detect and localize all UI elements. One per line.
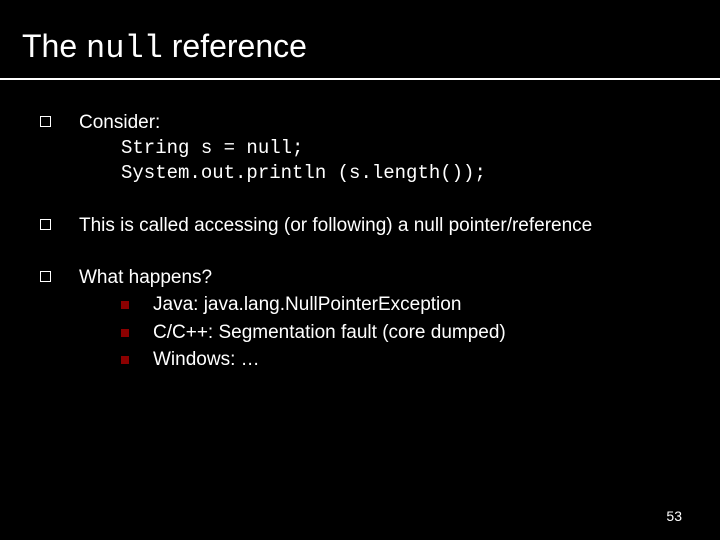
item-body: What happens? Java: java.lang.NullPointe… (79, 265, 506, 374)
title-suffix: reference (163, 28, 307, 64)
item-body: This is called accessing (or following) … (79, 213, 592, 239)
sublist-item: C/C++: Segmentation fault (core dumped) (121, 320, 506, 346)
sub-text: Java: java.lang.NullPointerException (153, 292, 461, 318)
title-prefix: The (22, 28, 86, 64)
sub-text: Windows: … (153, 347, 260, 373)
list-item: What happens? Java: java.lang.NullPointe… (40, 265, 690, 374)
square-filled-icon (121, 329, 129, 337)
list-item: This is called accessing (or following) … (40, 213, 690, 239)
item-body: Consider: String s = null; System.out.pr… (79, 110, 486, 187)
item-lead: This is called accessing (or following) … (79, 213, 592, 239)
content-area: Consider: String s = null; System.out.pr… (40, 110, 690, 399)
item-lead: Consider: (79, 110, 486, 136)
square-filled-icon (121, 356, 129, 364)
code-line: String s = null; (121, 136, 486, 162)
sublist-item: Java: java.lang.NullPointerException (121, 292, 506, 318)
square-outline-icon (40, 219, 51, 230)
code-line: System.out.println (s.length()); (121, 161, 486, 187)
title-underline (0, 78, 720, 80)
square-outline-icon (40, 116, 51, 127)
square-filled-icon (121, 301, 129, 309)
sublist-item: Windows: … (121, 347, 506, 373)
slide: The null reference Consider: String s = … (0, 0, 720, 540)
square-outline-icon (40, 271, 51, 282)
page-number: 53 (666, 508, 682, 524)
slide-title: The null reference (0, 0, 720, 67)
sub-text: C/C++: Segmentation fault (core dumped) (153, 320, 506, 346)
title-mono: null (86, 30, 163, 67)
list-item: Consider: String s = null; System.out.pr… (40, 110, 690, 187)
item-lead: What happens? (79, 265, 506, 291)
